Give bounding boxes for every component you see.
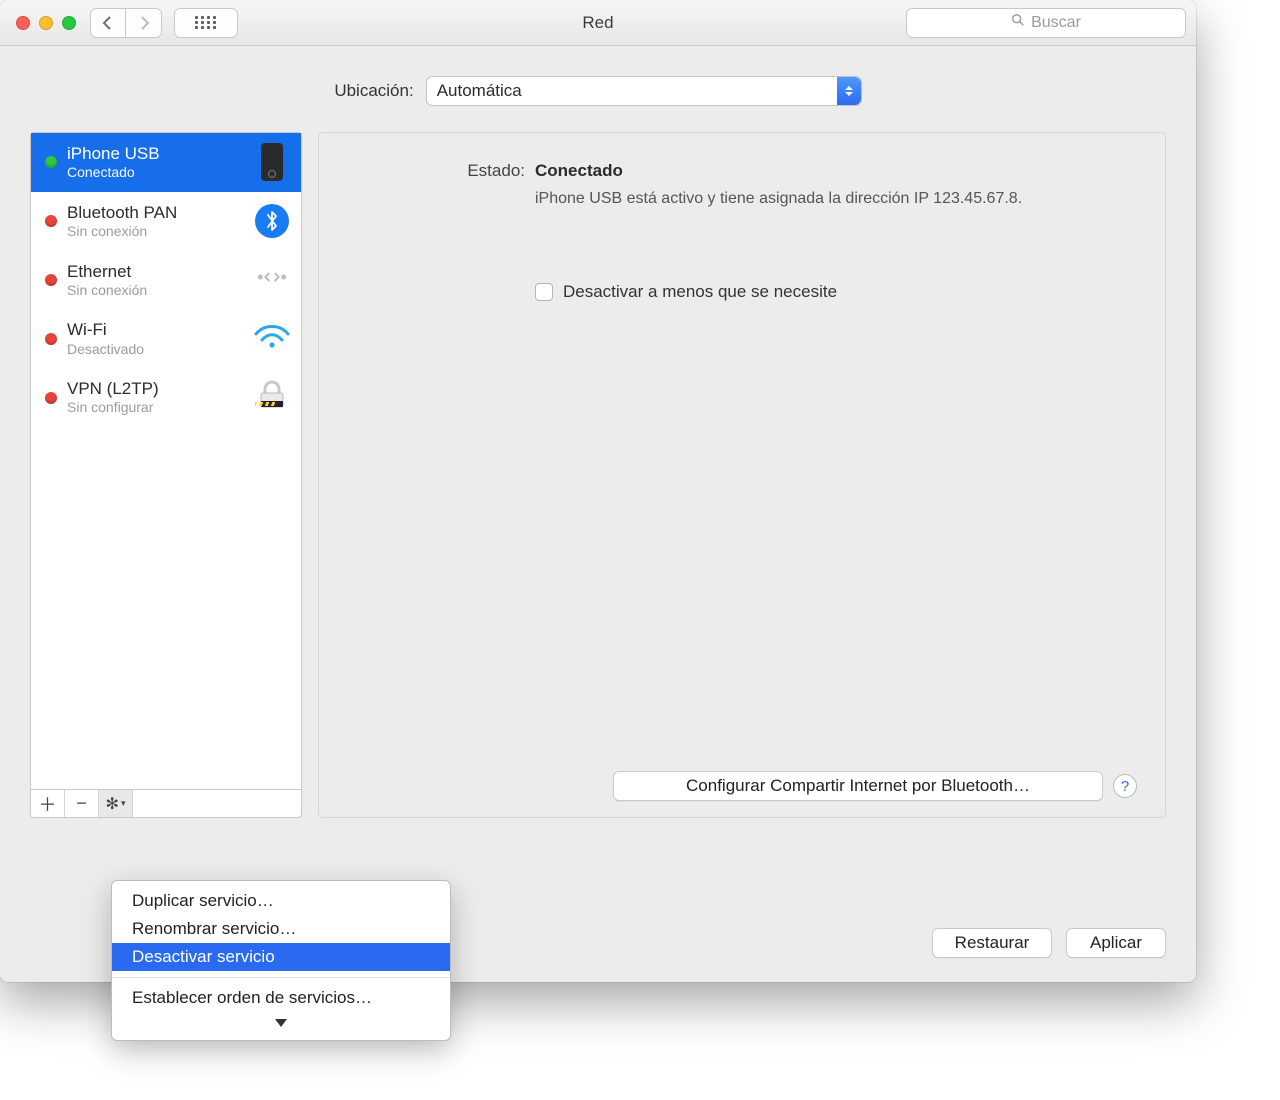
- lock-icon: [253, 378, 291, 417]
- configure-bluetooth-share-button[interactable]: Configurar Compartir Internet por Blueto…: [613, 771, 1103, 801]
- chevron-down-icon: [275, 1019, 287, 1027]
- service-status: Sin configurar: [67, 399, 243, 417]
- menu-item-0[interactable]: Duplicar servicio…: [112, 887, 450, 915]
- gear-menu-button[interactable]: ✻▾: [99, 790, 133, 817]
- detail-panel: Estado: Conectado iPhone USB está activo…: [318, 132, 1166, 818]
- ethernet-icon: [253, 264, 291, 295]
- forward-button[interactable]: [126, 8, 162, 38]
- service-item-iphone-usb[interactable]: iPhone USBConectado: [31, 133, 301, 192]
- location-select[interactable]: Automática: [426, 76, 862, 106]
- status-dot-icon: [45, 215, 57, 227]
- nav-segmented: [90, 8, 162, 38]
- service-sidebar: iPhone USBConectadoBluetooth PANSin cone…: [30, 132, 302, 818]
- remove-service-button[interactable]: −: [65, 790, 99, 817]
- service-name: Ethernet: [67, 261, 243, 282]
- gear-icon: ✻▾: [106, 794, 126, 814]
- zoom-icon[interactable]: [62, 16, 76, 30]
- menu-separator: [112, 977, 450, 978]
- menu-item-set-order[interactable]: Establecer orden de servicios…: [112, 984, 450, 1012]
- grid-icon: [195, 16, 217, 30]
- service-item-vpn-l2tp-[interactable]: VPN (L2TP)Sin configurar: [31, 368, 301, 427]
- phone-icon: [253, 143, 291, 181]
- minimize-icon[interactable]: [39, 16, 53, 30]
- menu-more-indicator[interactable]: [112, 1012, 450, 1034]
- service-status: Desactivado: [67, 341, 243, 359]
- close-icon[interactable]: [16, 16, 30, 30]
- help-button[interactable]: ?: [1113, 774, 1137, 798]
- service-list: iPhone USBConectadoBluetooth PANSin cone…: [31, 133, 301, 789]
- status-label: Estado:: [347, 161, 525, 181]
- status-dot-icon: [45, 274, 57, 286]
- service-status: Sin conexión: [67, 282, 243, 300]
- service-name: VPN (L2TP): [67, 378, 243, 399]
- search-icon: [1011, 13, 1025, 32]
- service-text: iPhone USBConectado: [67, 143, 243, 182]
- search-placeholder: Buscar: [1031, 14, 1081, 32]
- back-button[interactable]: [90, 8, 126, 38]
- service-status: Sin conexión: [67, 223, 243, 241]
- status-description: iPhone USB está activo y tiene asignada …: [535, 187, 1055, 210]
- search-wrap: Buscar: [906, 8, 1186, 38]
- status-dot-icon: [45, 392, 57, 404]
- service-name: Bluetooth PAN: [67, 202, 243, 223]
- config-row: Configurar Compartir Internet por Blueto…: [347, 771, 1137, 801]
- wifi-icon: [253, 322, 291, 355]
- location-label: Ubicación:: [334, 81, 413, 101]
- service-status: Conectado: [67, 164, 243, 182]
- detail-bottom: Configurar Compartir Internet por Blueto…: [347, 771, 1137, 801]
- gear-popup-menu: Duplicar servicio…Renombrar servicio…Des…: [111, 880, 451, 1041]
- search-input[interactable]: Buscar: [906, 8, 1186, 38]
- status-row: Estado: Conectado: [347, 161, 1137, 181]
- service-text: Wi-FiDesactivado: [67, 319, 243, 358]
- service-text: VPN (L2TP)Sin configurar: [67, 378, 243, 417]
- service-item-bluetooth-pan[interactable]: Bluetooth PANSin conexión: [31, 192, 301, 251]
- titlebar: Red Buscar: [0, 0, 1196, 46]
- service-name: iPhone USB: [67, 143, 243, 164]
- location-value: Automática: [437, 81, 522, 101]
- service-item-wi-fi[interactable]: Wi-FiDesactivado: [31, 309, 301, 368]
- show-all-button[interactable]: [174, 8, 238, 38]
- status-value: Conectado: [535, 161, 623, 181]
- disable-unless-needed-row: Desactivar a menos que se necesite: [535, 282, 1137, 302]
- content: iPhone USBConectadoBluetooth PANSin cone…: [30, 132, 1166, 818]
- status-dot-icon: [45, 156, 57, 168]
- status-dot-icon: [45, 333, 57, 345]
- network-preferences-window: Red Buscar Ubicación: Automática: [0, 0, 1196, 982]
- add-service-button[interactable]: ＋: [31, 790, 65, 817]
- service-text: EthernetSin conexión: [67, 261, 243, 300]
- select-stepper-icon: [837, 77, 861, 105]
- service-text: Bluetooth PANSin conexión: [67, 202, 243, 241]
- window-body: Ubicación: Automática iPhone USBConectad…: [0, 46, 1196, 982]
- disable-unless-needed-checkbox[interactable]: [535, 283, 553, 301]
- bluetooth-icon: [253, 204, 291, 238]
- disable-unless-needed-label: Desactivar a menos que se necesite: [563, 282, 837, 302]
- revert-button[interactable]: Restaurar: [932, 928, 1052, 958]
- service-name: Wi-Fi: [67, 319, 243, 340]
- location-row: Ubicación: Automática: [30, 76, 1166, 106]
- traffic-lights: [16, 16, 76, 30]
- apply-button[interactable]: Aplicar: [1066, 928, 1166, 958]
- menu-item-1[interactable]: Renombrar servicio…: [112, 915, 450, 943]
- sidebar-footer: ＋ − ✻▾: [31, 789, 301, 817]
- menu-item-2[interactable]: Desactivar servicio: [112, 943, 450, 971]
- service-item-ethernet[interactable]: EthernetSin conexión: [31, 251, 301, 310]
